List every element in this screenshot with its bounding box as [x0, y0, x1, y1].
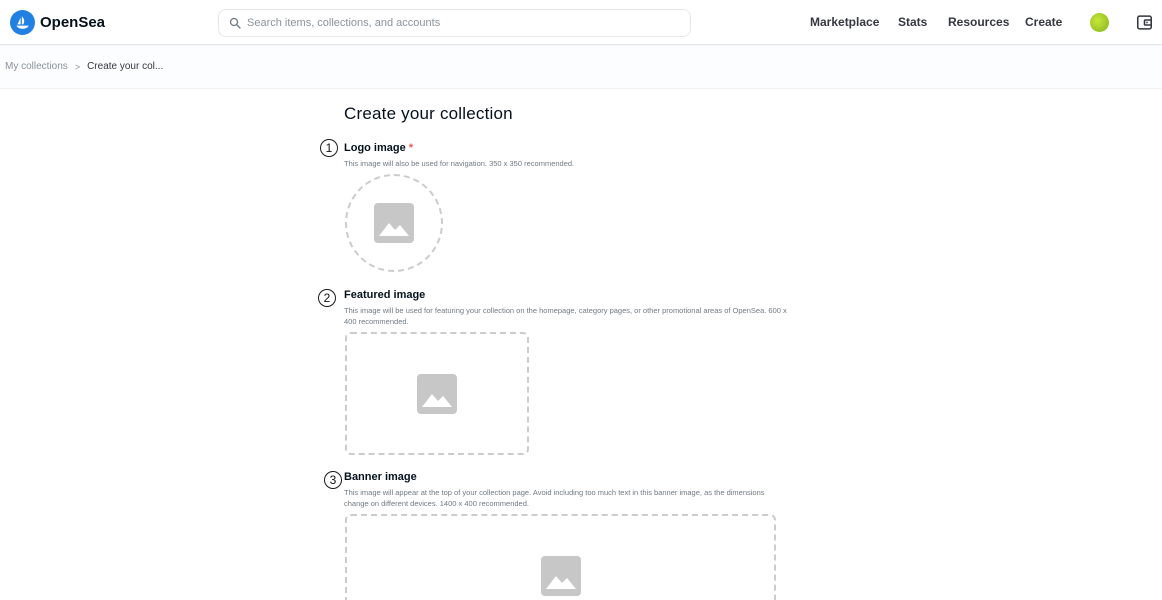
step-marker-3: 3 [324, 471, 342, 489]
breadcrumb-separator: > [74, 61, 81, 72]
wallet-icon[interactable] [1136, 14, 1153, 31]
step-marker-1: 1 [320, 139, 338, 157]
featured-image-label: Featured image [344, 289, 426, 301]
image-placeholder-icon [540, 556, 581, 596]
banner-image-dropzone[interactable] [345, 514, 776, 600]
step-marker-2: 2 [318, 289, 336, 307]
logo-image-description: This image will also be used for navigat… [344, 159, 575, 168]
logo-image-label-text: Logo image [344, 142, 406, 154]
page-title: Create your collection [344, 104, 513, 123]
breadcrumb: My collections > Create your col... [5, 61, 163, 72]
brand-name: OpenSea [40, 14, 106, 31]
nav-stats[interactable]: Stats [898, 15, 927, 29]
banner-image-label: Banner image [344, 471, 417, 483]
image-placeholder-icon [374, 203, 414, 243]
nav-create[interactable]: Create [1025, 15, 1062, 29]
breadcrumb-bar: My collections > Create your col... [0, 46, 1162, 89]
breadcrumb-my-collections[interactable]: My collections [5, 61, 68, 72]
required-asterisk: * [408, 142, 414, 154]
nav-marketplace[interactable]: Marketplace [810, 15, 879, 29]
featured-image-dropzone[interactable] [345, 332, 529, 455]
search-icon [229, 17, 241, 29]
search-input[interactable] [247, 17, 667, 29]
opensea-logo-icon [10, 10, 35, 35]
nav-resources[interactable]: Resources [948, 15, 1009, 29]
avatar[interactable] [1090, 13, 1109, 32]
logo-image-dropzone[interactable] [345, 174, 443, 272]
search-bar [218, 9, 691, 37]
image-placeholder-icon [417, 373, 457, 414]
breadcrumb-current: Create your col... [87, 61, 164, 72]
top-navbar: OpenSea Marketplace Stats Resources Crea… [0, 0, 1162, 45]
opensea-home-link[interactable]: OpenSea [10, 10, 105, 35]
featured-image-description: This image will be used for featuring yo… [344, 306, 787, 326]
banner-image-description: This image will appear at the top of you… [344, 488, 765, 508]
logo-image-label: Logo image * [344, 142, 413, 154]
